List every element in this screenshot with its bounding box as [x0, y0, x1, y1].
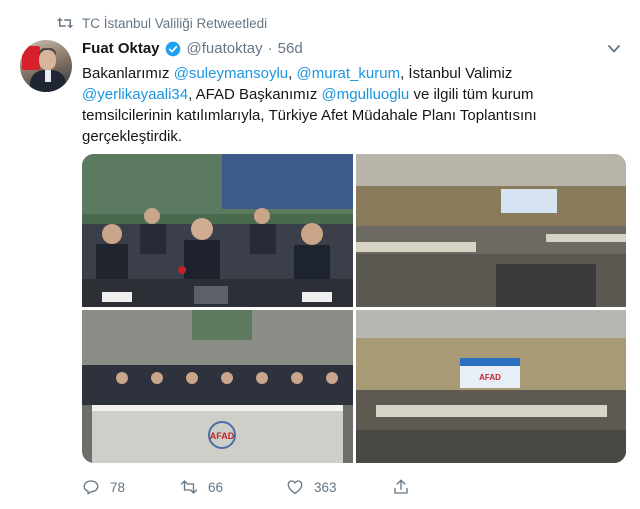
media-photo[interactable] — [82, 154, 353, 307]
author-name[interactable]: Fuat Oktay — [82, 40, 160, 57]
tweet-header: Fuat Oktay @fuatoktay · 56d — [82, 40, 303, 57]
media-grid: AFAD AFAD — [82, 154, 626, 463]
author-handle[interactable]: @fuatoktay — [187, 40, 263, 57]
header-separator: · — [267, 40, 273, 57]
mention-link[interactable]: @mgulluoglu — [322, 86, 410, 103]
reply-button[interactable]: 78 — [82, 478, 180, 496]
like-button[interactable]: 363 — [286, 478, 392, 496]
mention-link[interactable]: @suleymansoylu — [174, 65, 288, 82]
retweeted-by-text: TC İstanbul Valiliği Retweetledi — [82, 15, 268, 31]
mention-link[interactable]: @murat_kurum — [297, 65, 401, 82]
verified-badge-icon — [165, 41, 180, 56]
afad-logo-text: AFAD — [210, 431, 235, 441]
media-photo[interactable] — [356, 154, 626, 307]
like-count: 363 — [314, 479, 337, 495]
chevron-down-icon[interactable] — [608, 44, 620, 54]
reply-icon — [83, 480, 99, 495]
tweet-timestamp[interactable]: 56d — [278, 40, 303, 57]
retweet-icon — [180, 480, 198, 494]
share-button[interactable] — [392, 478, 420, 496]
tweet-text-part: , AFAD Başkanımız — [188, 86, 322, 103]
retweet-button[interactable]: 66 — [180, 478, 286, 496]
mention-link[interactable]: @yerlikayaali34 — [82, 86, 188, 103]
avatar[interactable] — [20, 40, 72, 92]
retweeted-by-line[interactable]: TC İstanbul Valiliği Retweetledi — [56, 15, 267, 31]
tweet-text-part: , — [288, 65, 297, 82]
tweet-text: Bakanlarımız @suleymansoylu, @murat_kuru… — [82, 63, 622, 147]
retweet-count: 66 — [208, 479, 224, 495]
tweet-text-part: Bakanlarımız — [82, 65, 174, 82]
tweet-actions: 78 66 363 — [82, 478, 442, 496]
media-photo[interactable]: AFAD — [82, 310, 353, 463]
media-photo[interactable]: AFAD — [356, 310, 626, 463]
retweet-icon — [56, 17, 74, 29]
tweet-text-part: , İstanbul Valimiz — [400, 65, 513, 82]
heart-icon — [287, 480, 303, 495]
screen-afad-text: AFAD — [479, 373, 501, 382]
reply-count: 78 — [110, 479, 126, 495]
share-icon — [394, 479, 408, 494]
